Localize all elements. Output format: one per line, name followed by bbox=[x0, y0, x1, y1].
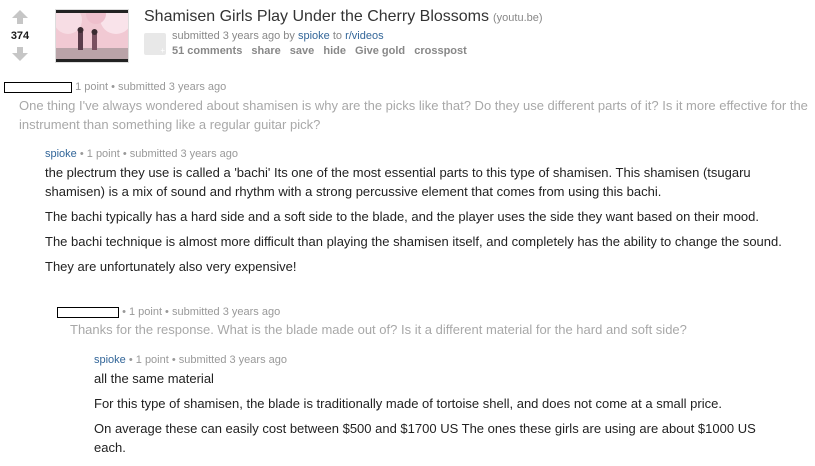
comment-body: One thing I've always wondered about sha… bbox=[19, 96, 809, 140]
post-domain[interactable]: (youtu.be) bbox=[493, 12, 543, 24]
submitted-text: submitted 3 years ago by bbox=[172, 30, 295, 42]
comment-paragraph: Thanks for the response. What is the bla… bbox=[70, 322, 687, 337]
hide-button[interactable]: hide bbox=[323, 45, 346, 57]
comment-meta: 1 point • submitted 3 years ago bbox=[75, 81, 227, 93]
comment-paragraph: The bachi typically has a hard side and … bbox=[45, 209, 760, 224]
comment-meta: • 1 point • submitted 3 years ago bbox=[79, 148, 238, 160]
comment-author-link[interactable]: spioke bbox=[45, 148, 77, 160]
give-gold-button[interactable]: Give gold bbox=[355, 45, 405, 57]
share-button[interactable]: share bbox=[251, 45, 280, 57]
author-avatar: + bbox=[144, 33, 166, 55]
comment-tagline: spioke • 1 point • submitted 3 years ago bbox=[94, 354, 287, 366]
post-author-link[interactable]: spioke bbox=[298, 30, 330, 42]
comment-tagline: 1 point • submitted 3 years ago bbox=[4, 81, 226, 93]
post-tagline: submitted 3 years ago by spioke to r/vid… bbox=[172, 30, 384, 42]
comment-paragraph: all the same material bbox=[94, 371, 214, 386]
post-thumbnail[interactable] bbox=[55, 9, 129, 63]
upvote-arrow-icon[interactable] bbox=[10, 10, 30, 27]
comment-tagline: • 1 point • submitted 3 years ago bbox=[57, 306, 280, 318]
save-button[interactable]: save bbox=[290, 45, 314, 57]
comment-body: all the same material For this type of s… bbox=[94, 369, 784, 463]
comment-paragraph: They are unfortunately also very expensi… bbox=[45, 259, 297, 274]
comment-body: Thanks for the response. What is the bla… bbox=[70, 320, 810, 345]
comment-paragraph: On average these can easily cost between… bbox=[94, 421, 756, 455]
comments-link[interactable]: 51 comments bbox=[172, 45, 242, 57]
post-score: 374 bbox=[10, 30, 30, 42]
comment-paragraph: the plectrum they use is called a 'bachi… bbox=[45, 165, 751, 199]
comment-tagline: spioke • 1 point • submitted 3 years ago bbox=[45, 148, 238, 160]
comment-author-link[interactable]: spioke bbox=[94, 354, 126, 366]
post-title-link[interactable]: Shamisen Girls Play Under the Cherry Blo… bbox=[144, 8, 489, 25]
subreddit-link[interactable]: r/videos bbox=[345, 30, 384, 42]
comment-meta: • 1 point • submitted 3 years ago bbox=[128, 354, 287, 366]
comment-paragraph: The bachi technique is almost more diffi… bbox=[45, 234, 782, 249]
to-text: to bbox=[332, 30, 343, 42]
comment-meta: • 1 point • submitted 3 years ago bbox=[122, 306, 281, 318]
crosspost-button[interactable]: crosspost bbox=[414, 45, 467, 57]
post-actions: 51 comments share save hide Give gold cr… bbox=[172, 45, 473, 57]
comment-paragraph: One thing I've always wondered about sha… bbox=[19, 98, 808, 132]
redacted-username bbox=[57, 306, 119, 318]
plus-icon: + bbox=[160, 46, 165, 55]
comment-body: the plectrum they use is called a 'bachi… bbox=[45, 163, 805, 282]
comment-paragraph: For this type of shamisen, the blade is … bbox=[94, 396, 722, 411]
downvote-arrow-icon[interactable] bbox=[10, 47, 30, 64]
redacted-username bbox=[4, 81, 72, 93]
post-title-row: Shamisen Girls Play Under the Cherry Blo… bbox=[144, 8, 543, 26]
